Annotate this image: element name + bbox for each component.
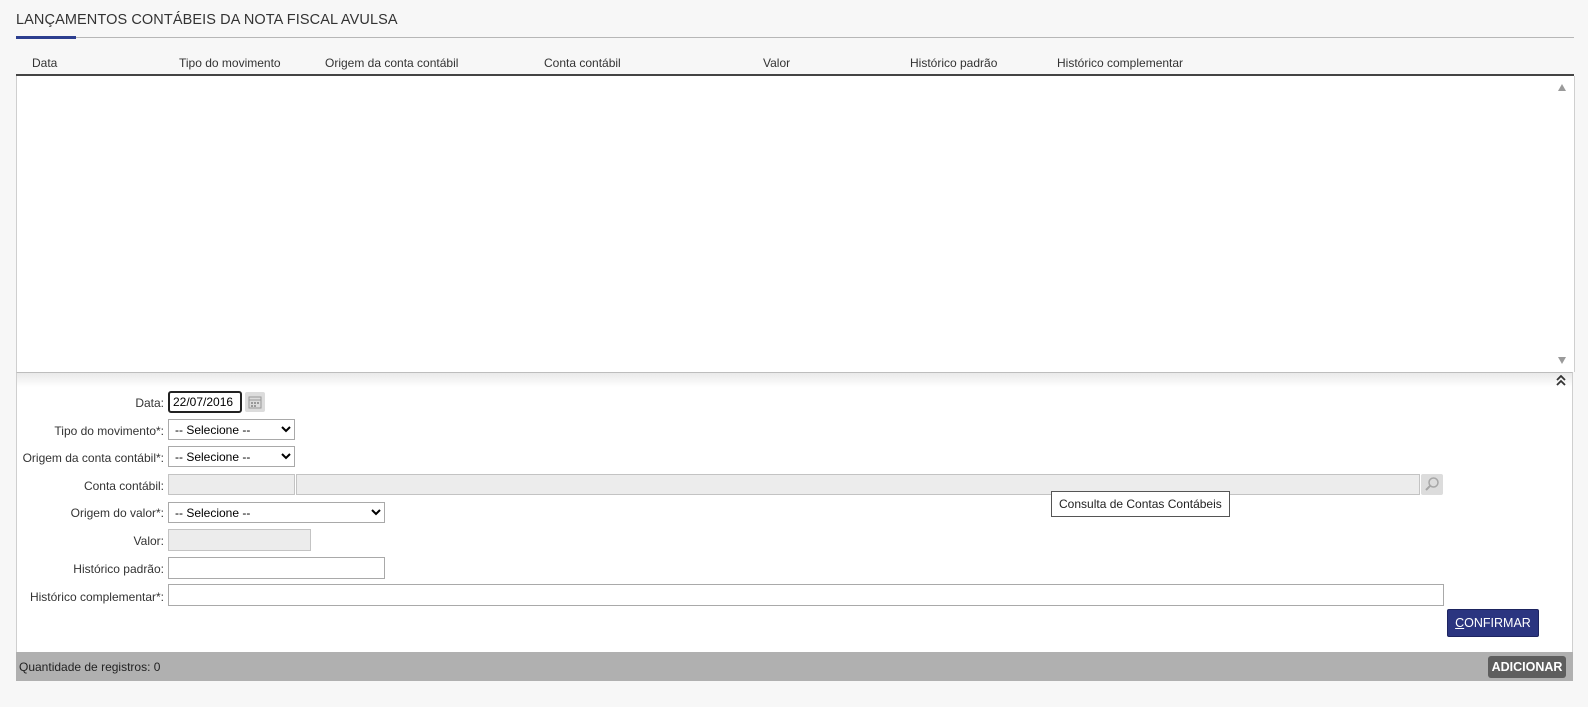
- title-divider: [16, 37, 1574, 38]
- double-chevron-up-icon[interactable]: [1556, 374, 1566, 389]
- conta-search-tooltip: Consulta de Contas Contábeis: [1051, 491, 1230, 517]
- data-label: Data:: [135, 396, 164, 410]
- add-button[interactable]: ADICIONAR: [1488, 656, 1566, 678]
- section-title: LANÇAMENTOS CONTÁBEIS DA NOTA FISCAL AVU…: [16, 12, 398, 28]
- column-header-valor[interactable]: Valor: [763, 56, 790, 70]
- valor-field[interactable]: [168, 529, 311, 551]
- confirm-accesskey-letter: C: [1455, 616, 1465, 630]
- historico-complementar-field[interactable]: [168, 584, 1444, 606]
- historico-padrao-label: Histórico padrão:: [73, 562, 164, 576]
- calendar-icon: [248, 396, 262, 409]
- data-field[interactable]: [168, 391, 242, 413]
- column-header-historico-complementar[interactable]: Histórico complementar: [1057, 56, 1183, 70]
- column-header-data[interactable]: Data: [32, 56, 57, 70]
- valor-label: Valor:: [133, 534, 164, 548]
- historico-padrao-field[interactable]: [168, 557, 385, 579]
- column-header-origem-conta[interactable]: Origem da conta contábil: [325, 56, 458, 70]
- conta-contabil-code-field[interactable]: [168, 474, 295, 495]
- origem-conta-label: Origem da conta contábil*:: [22, 451, 164, 465]
- conta-contabil-description-field[interactable]: [296, 474, 1420, 495]
- conta-search-button[interactable]: [1421, 474, 1443, 495]
- column-header-historico-padrao[interactable]: Histórico padrão: [910, 56, 997, 70]
- panel-top-shadow: [17, 373, 1572, 387]
- record-count: Quantidade de registros: 0: [19, 660, 161, 674]
- tipo-movimento-label: Tipo do movimento*:: [54, 424, 164, 438]
- scroll-up-arrow-icon[interactable]: [1558, 84, 1566, 91]
- column-header-tipo-movimento[interactable]: Tipo do movimento: [179, 56, 281, 70]
- column-header-conta-contabil[interactable]: Conta contábil: [544, 56, 621, 70]
- origem-conta-select[interactable]: -- Selecione --: [168, 446, 295, 467]
- scroll-down-arrow-icon[interactable]: [1558, 357, 1566, 364]
- confirm-label-rest: ONFIRMAR: [1464, 616, 1531, 630]
- confirm-button[interactable]: CONFIRMAR: [1447, 609, 1539, 637]
- origem-valor-select[interactable]: -- Selecione --: [168, 502, 385, 523]
- historico-complementar-label: Histórico complementar*:: [29, 590, 164, 604]
- search-icon: [1425, 477, 1439, 491]
- title-accent-bar: [16, 36, 76, 39]
- tipo-movimento-select[interactable]: -- Selecione --: [168, 419, 295, 440]
- conta-contabil-label: Conta contábil:: [83, 479, 164, 493]
- origem-valor-label: Origem do valor*:: [70, 506, 164, 520]
- records-grid: [16, 76, 1575, 372]
- grid-footer: Quantidade de registros: 0 ADICIONAR: [16, 652, 1573, 681]
- calendar-button[interactable]: [245, 392, 265, 412]
